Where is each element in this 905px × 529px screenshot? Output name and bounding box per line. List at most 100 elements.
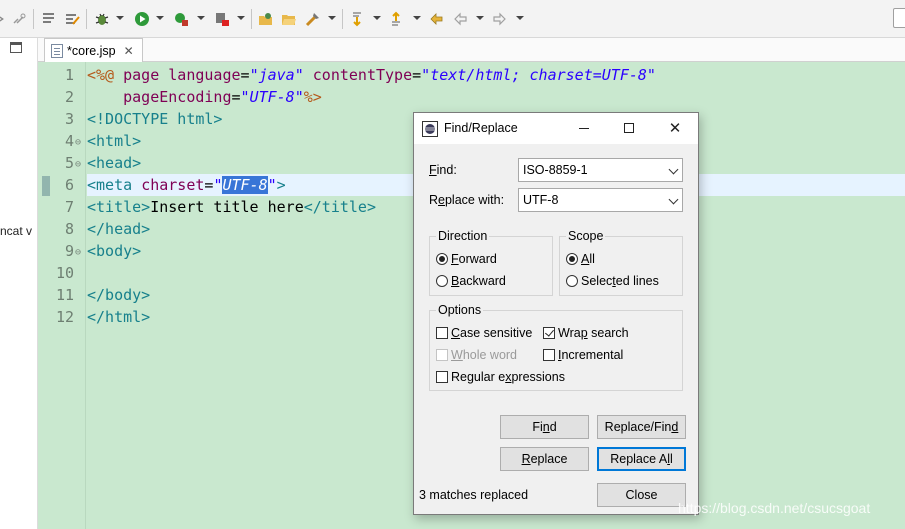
incremental-checkbox[interactable]: Incremental <box>543 348 623 362</box>
external-run-icon[interactable] <box>172 10 190 28</box>
chevron-down-icon[interactable] <box>668 164 679 175</box>
line-number: 2 <box>64 88 74 106</box>
maximize-button[interactable] <box>616 117 642 139</box>
code-line-2: pageEncoding="UTF-8"%> <box>87 88 322 106</box>
find-combo[interactable]: ISO-8859-1 <box>518 158 683 182</box>
change-marker <box>42 176 50 196</box>
toolbar-separator <box>86 9 87 29</box>
radio-icon <box>436 275 448 287</box>
minimize-icon <box>579 127 589 129</box>
status-message: 3 matches replaced <box>419 488 529 502</box>
regular-expressions-checkbox[interactable]: Regular expressions <box>436 370 565 384</box>
options-group: Options Case sensitive Wrap search Whole… <box>429 303 683 391</box>
case-sensitive-checkbox[interactable]: Case sensitive <box>436 326 532 340</box>
close-icon: ✕ <box>668 120 682 137</box>
eclipse-icon <box>422 121 438 137</box>
jsp-file-icon <box>51 44 63 58</box>
restore-view-icon[interactable] <box>10 42 22 53</box>
wrap-search-checkbox[interactable]: Wrap search <box>543 326 629 340</box>
last-edit-icon[interactable] <box>427 10 445 28</box>
watermark: https://blog.csdn.net/csucsgoat <box>678 500 871 516</box>
link-icon[interactable] <box>10 10 28 28</box>
find-button[interactable]: Fi n d <box>500 415 589 439</box>
prev-annotation-dropdown-arrow[interactable] <box>413 16 421 20</box>
outline-icon[interactable] <box>40 10 58 28</box>
line-number: 8 <box>64 220 74 238</box>
collapse-icon[interactable] <box>0 10 8 28</box>
minimize-button[interactable] <box>571 117 597 139</box>
maximize-panel-icon[interactable] <box>893 8 905 28</box>
replace-combo[interactable]: UTF-8 <box>518 188 683 212</box>
find-label: Find: <box>429 163 457 177</box>
replace-all-button[interactable]: Replace All <box>597 447 686 471</box>
scope-title: Scope <box>566 229 606 243</box>
code-line-11: </body> <box>87 286 151 304</box>
checkbox-icon <box>436 371 448 383</box>
back-dropdown-arrow[interactable] <box>476 16 484 20</box>
line-number: 6 <box>64 176 74 194</box>
run-icon[interactable] <box>133 10 151 28</box>
forward-dropdown-arrow[interactable] <box>516 16 524 20</box>
line-number: 3 <box>64 110 74 128</box>
back-icon[interactable] <box>451 10 469 28</box>
next-annotation-dropdown-arrow[interactable] <box>373 16 381 20</box>
tab-label: *core.jsp <box>67 44 116 58</box>
toolbar-separator <box>251 9 252 29</box>
toolbar-separator <box>342 9 343 29</box>
tab-core-jsp[interactable]: *core.jsp ✕ <box>44 38 143 63</box>
stop-server-icon[interactable] <box>213 10 231 28</box>
scope-group: Scope All Selected lines <box>559 229 683 296</box>
line-number: 9⊖ <box>50 240 86 262</box>
close-button[interactable]: Close <box>597 483 686 507</box>
chevron-down-icon[interactable] <box>668 194 679 205</box>
code-line-4: <html> <box>87 132 142 150</box>
debug-dropdown-arrow[interactable] <box>116 16 124 20</box>
debug-icon[interactable] <box>93 10 111 28</box>
close-window-button[interactable]: ✕ <box>662 117 688 139</box>
replace-with-label: Replace with: <box>429 193 505 207</box>
run-ant-icon[interactable] <box>304 10 322 28</box>
radio-selected-icon <box>436 253 448 265</box>
stop-server-dropdown-arrow[interactable] <box>237 16 245 20</box>
close-tab-icon[interactable]: ✕ <box>124 44 134 58</box>
find-value: ISO-8859-1 <box>523 163 588 177</box>
code-line-1: <%@ page language="java" contentType="te… <box>87 66 656 84</box>
run-dropdown-arrow[interactable] <box>156 16 164 20</box>
forward-icon[interactable] <box>491 10 509 28</box>
scope-all-radio[interactable]: All <box>566 252 595 266</box>
radio-selected-icon <box>566 253 578 265</box>
open-type-icon[interactable] <box>257 10 275 28</box>
left-view-panel: ncat v <box>0 38 38 529</box>
fold-icon[interactable]: ⊖ <box>75 242 81 264</box>
editor-tab-bar: *core.jsp ✕ <box>38 38 905 63</box>
direction-group: Direction Forward Backward <box>429 229 553 296</box>
replace-find-button[interactable]: Replace/Fin d <box>597 415 686 439</box>
selected-lines-radio[interactable]: Selected lines <box>566 274 659 288</box>
overview-ruler <box>38 62 50 529</box>
code-line-9: <body> <box>87 242 142 260</box>
checkbox-icon <box>436 327 448 339</box>
next-annotation-icon[interactable] <box>348 10 366 28</box>
find-replace-dialog: Find/Replace ✕ Find: ISO-8859-1 Replace … <box>413 112 699 515</box>
open-folder-icon[interactable] <box>280 10 298 28</box>
code-line-7: <title>Insert title here</title> <box>87 198 376 216</box>
replace-button[interactable]: Replace <box>500 447 589 471</box>
fold-icon[interactable]: ⊖ <box>75 132 81 154</box>
replace-value: UTF-8 <box>523 193 559 207</box>
code-line-8: </head> <box>87 220 151 238</box>
fold-icon[interactable]: ⊖ <box>75 154 81 176</box>
code-line-6: <meta charset="UTF-8"> <box>87 176 286 194</box>
run-ant-dropdown-arrow[interactable] <box>328 16 336 20</box>
truncated-view-text: ncat v <box>0 224 33 238</box>
line-number: 1 <box>64 66 74 84</box>
line-number: 10 <box>55 264 74 282</box>
options-title: Options <box>436 303 484 317</box>
dialog-title-bar[interactable]: Find/Replace ✕ <box>414 113 698 144</box>
prev-annotation-icon[interactable] <box>387 10 405 28</box>
forward-radio[interactable]: Forward <box>436 252 497 266</box>
backward-radio[interactable]: Backward <box>436 274 506 288</box>
selected-text: UTF-8 <box>222 176 268 194</box>
task-icon[interactable] <box>63 10 81 28</box>
external-run-dropdown-arrow[interactable] <box>197 16 205 20</box>
toolbar-separator <box>33 9 34 29</box>
